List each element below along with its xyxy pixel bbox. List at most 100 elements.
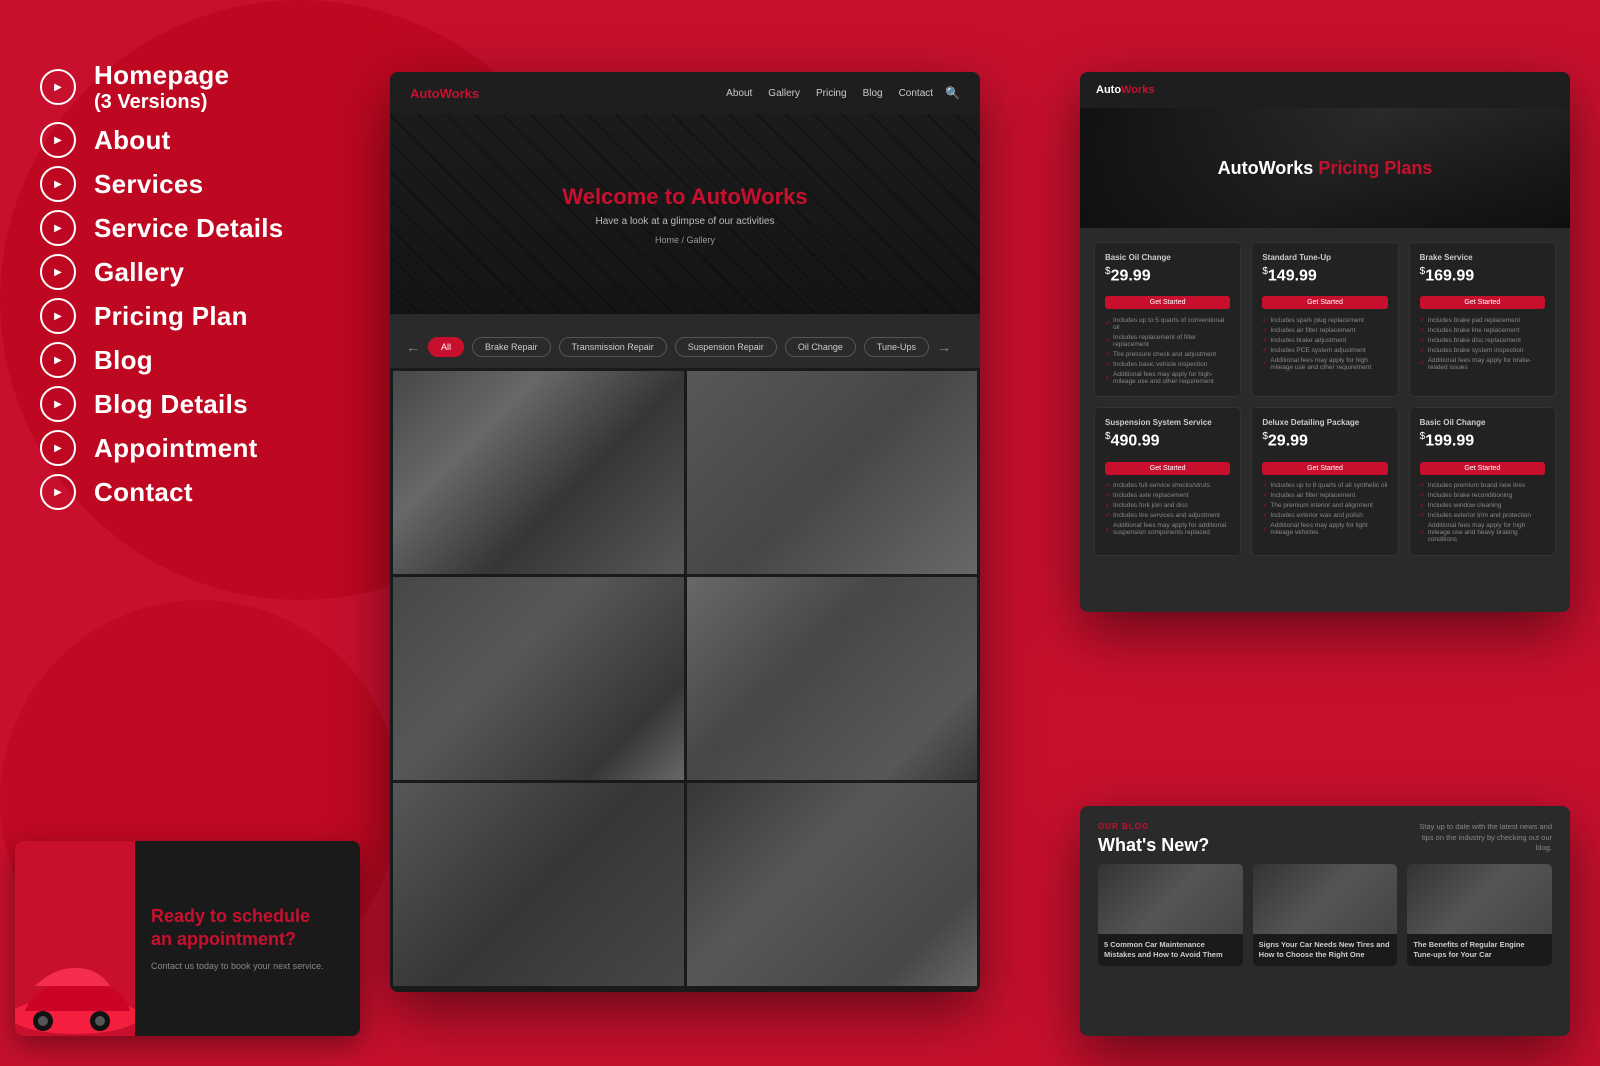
- sidebar-item-services[interactable]: Services: [40, 166, 380, 202]
- nav-blog[interactable]: Blog: [863, 88, 883, 99]
- filter-all[interactable]: All: [428, 337, 464, 357]
- hero-title-accent: AutoWorks: [691, 184, 808, 209]
- sidebar-item-service-details[interactable]: Service Details: [40, 210, 380, 246]
- card-4-btn[interactable]: Get Started: [1105, 462, 1230, 475]
- hero-title: Welcome to AutoWorks: [562, 184, 807, 210]
- prev-arrow[interactable]: ←: [406, 339, 420, 355]
- blog-card-3-image: [1407, 864, 1552, 934]
- search-icon[interactable]: 🔍: [945, 86, 960, 100]
- card-4-price: $490.99: [1105, 431, 1230, 450]
- feature: Includes up to 8 quarts of all synthetic…: [1262, 481, 1387, 491]
- cta-subtitle: Contact us today to book your next servi…: [151, 960, 344, 973]
- blog-card-2-image: [1253, 864, 1398, 934]
- sidebar-item-contact[interactable]: Contact: [40, 474, 380, 510]
- feature: Additional fees may apply for brake-rela…: [1420, 355, 1545, 372]
- blog-card-2-body: Signs Your Car Needs New Tires and How t…: [1253, 934, 1398, 966]
- blog-title: What's New?: [1098, 835, 1209, 856]
- filter-tuneup[interactable]: Tune-Ups: [864, 337, 929, 357]
- cta-content: Ready to schedule an appointment? Contac…: [135, 841, 360, 1036]
- blog-card-3-text: The Benefits of Regular Engine Tune-ups …: [1413, 940, 1546, 960]
- service-details-icon: [40, 210, 76, 246]
- blog-header: OUR BLOG What's New? Stay up to date wit…: [1080, 806, 1570, 864]
- sidebar-item-appointment[interactable]: Appointment: [40, 430, 380, 466]
- filter-brake[interactable]: Brake Repair: [472, 337, 551, 357]
- blog-card-1-image: [1098, 864, 1243, 934]
- gallery-image-4: [687, 577, 978, 780]
- pricing-hero-title: AutoWorks Pricing Plans: [1218, 158, 1433, 179]
- filter-suspension[interactable]: Suspension Repair: [675, 337, 777, 357]
- cta-title-line2: an: [151, 929, 177, 949]
- blog-card-1-body: 5 Common Car Maintenance Mistakes and Ho…: [1098, 934, 1243, 966]
- card-6-btn[interactable]: Get Started: [1420, 462, 1545, 475]
- pricing-row-1: Basic Oil Change $29.99 Get Started Incl…: [1094, 242, 1556, 397]
- feature: Additional fees may apply for light mile…: [1262, 521, 1387, 538]
- feature: Includes tire services and adjustment: [1105, 511, 1230, 521]
- blog-details-icon: [40, 386, 76, 422]
- blog-cards-container: 5 Common Car Maintenance Mistakes and Ho…: [1080, 864, 1570, 982]
- feature: Includes air filter replacement: [1262, 325, 1387, 335]
- pricing-icon: [40, 298, 76, 334]
- gallery-cell-5: [393, 783, 684, 986]
- sidebar-item-blog[interactable]: Blog: [40, 342, 380, 378]
- blog-card-3[interactable]: The Benefits of Regular Engine Tune-ups …: [1407, 864, 1552, 966]
- sidebar-item-blog-details[interactable]: Blog Details: [40, 386, 380, 422]
- card-3-btn[interactable]: Get Started: [1420, 296, 1545, 309]
- feature: Includes basic vehicle inspection: [1105, 359, 1230, 369]
- feature: Includes brake line replacement: [1420, 325, 1545, 335]
- nav-contact[interactable]: Contact: [899, 88, 933, 99]
- card-5-features: Includes up to 8 quarts of all synthetic…: [1262, 481, 1387, 538]
- card-6-title: Basic Oil Change: [1420, 418, 1545, 427]
- sidebar-item-pricing-plan[interactable]: Pricing Plan: [40, 298, 380, 334]
- nav-about[interactable]: About: [726, 88, 752, 99]
- pricing-card-4: Suspension System Service $490.99 Get St…: [1094, 407, 1241, 555]
- filter-transmission[interactable]: Transmission Repair: [559, 337, 667, 357]
- gallery-cell-3: [393, 577, 684, 780]
- card-1-title: Basic Oil Change: [1105, 253, 1230, 262]
- sidebar-item-gallery[interactable]: Gallery: [40, 254, 380, 290]
- pricing-nav: AutoWorks: [1080, 72, 1570, 108]
- nav-pricing[interactable]: Pricing: [816, 88, 847, 99]
- pricing-content: Basic Oil Change $29.99 Get Started Incl…: [1080, 228, 1570, 580]
- logo-text: Auto: [410, 86, 440, 101]
- card-3-features: Includes brake pad replacement Includes …: [1420, 315, 1545, 372]
- nav-gallery[interactable]: Gallery: [768, 88, 800, 99]
- card-3-title: Brake Service: [1420, 253, 1545, 262]
- pricing-row-2: Suspension System Service $490.99 Get St…: [1094, 407, 1556, 555]
- card-1-features: Includes up to 5 quarts of conventional …: [1105, 315, 1230, 386]
- gallery-icon: [40, 254, 76, 290]
- pricing-logo: AutoWorks: [1096, 84, 1154, 96]
- card-4-features: Includes full-service shocks/struts Incl…: [1105, 481, 1230, 538]
- filter-oil[interactable]: Oil Change: [785, 337, 856, 357]
- card-5-title: Deluxe Detailing Package: [1262, 418, 1387, 427]
- feature: Includes replacement of filter replaceme…: [1105, 332, 1230, 349]
- blog-card-1[interactable]: 5 Common Car Maintenance Mistakes and Ho…: [1098, 864, 1243, 966]
- sidebar-item-about[interactable]: About: [40, 122, 380, 158]
- gallery-image-1: [393, 371, 684, 574]
- pricing-panel: AutoWorks AutoWorks Pricing Plans Basic …: [1080, 72, 1570, 612]
- card-1-price: $29.99: [1105, 266, 1230, 285]
- next-arrow[interactable]: →: [937, 339, 951, 355]
- card-6-features: Includes premium brand new tires Include…: [1420, 481, 1545, 545]
- homepage-icon: [40, 69, 76, 105]
- feature: Includes brake pad replacement: [1420, 315, 1545, 325]
- feature: Includes axle replacement: [1105, 491, 1230, 501]
- feature: Includes exterior trim and protection: [1420, 511, 1545, 521]
- gallery-cell-1: [393, 371, 684, 574]
- cta-red-strip: [15, 841, 135, 1036]
- card-1-btn[interactable]: Get Started: [1105, 296, 1230, 309]
- card-2-btn[interactable]: Get Started: [1262, 296, 1387, 309]
- card-5-btn[interactable]: Get Started: [1262, 462, 1387, 475]
- blog-card-2[interactable]: Signs Your Car Needs New Tires and How t…: [1253, 864, 1398, 966]
- appointment-cta-panel: Ready to schedule an appointment? Contac…: [15, 841, 360, 1036]
- card-2-price: $149.99: [1262, 266, 1387, 285]
- pricing-card-1: Basic Oil Change $29.99 Get Started Incl…: [1094, 242, 1241, 397]
- cta-title-line1: Ready to schedule: [151, 906, 310, 926]
- cta-title-accent: appointment?: [177, 929, 296, 949]
- feature: Includes brake system inspection: [1420, 345, 1545, 355]
- feature: Includes up to 5 quarts of conventional …: [1105, 315, 1230, 332]
- blog-eyebrow: OUR BLOG: [1098, 822, 1209, 831]
- pricing-card-2: Standard Tune-Up $149.99 Get Started Inc…: [1251, 242, 1398, 397]
- sidebar-item-homepage[interactable]: Homepage (3 Versions): [40, 60, 380, 114]
- site-nav-links: About Gallery Pricing Blog Contact: [726, 88, 933, 99]
- blog-card-1-text: 5 Common Car Maintenance Mistakes and Ho…: [1104, 940, 1237, 960]
